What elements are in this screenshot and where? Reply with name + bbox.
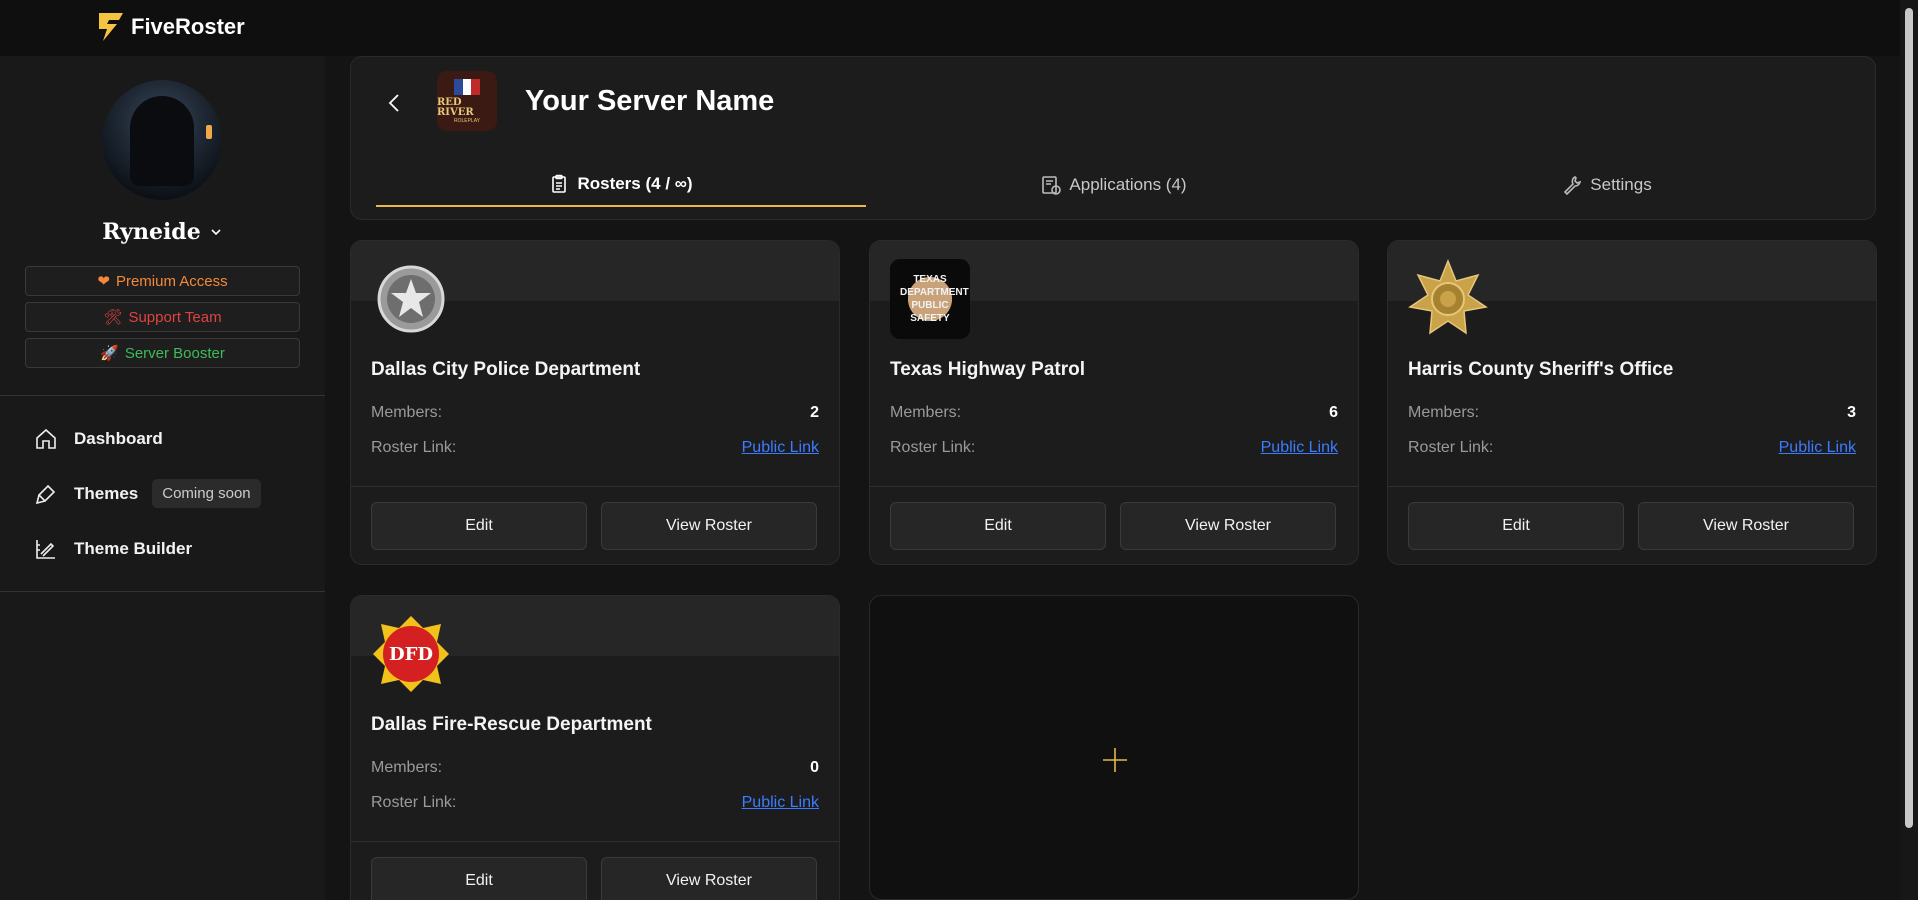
- sidebar-item-dashboard[interactable]: Dashboard: [34, 427, 163, 451]
- roster-card: TEXAS DEPARTMENT PUBLIC SAFETY Texas Hig…: [869, 240, 1359, 565]
- member-count: 2: [810, 404, 819, 421]
- brand-logo[interactable]: FiveRoster: [95, 11, 245, 43]
- roster-link-row: Roster Link: Public Link: [1408, 439, 1856, 457]
- roster-link-row: Roster Link: Public Link: [371, 794, 819, 812]
- server-logo: RED RIVER ROLEPLAY: [437, 71, 497, 131]
- members-row: Members: 2: [371, 404, 819, 421]
- members-row: Members: 0: [371, 759, 819, 776]
- brand-name: FiveRoster: [131, 14, 245, 39]
- sidebar-divider: [0, 395, 325, 396]
- brush-icon: [35, 484, 56, 504]
- roster-card: DFD Dallas Fire-Rescue Department Member…: [350, 595, 840, 900]
- tools-icon: 🛠: [103, 309, 123, 326]
- sidebar-divider: [0, 591, 325, 592]
- tab-rosters[interactable]: Rosters (4 / ∞): [376, 163, 866, 207]
- application-icon: [1042, 176, 1062, 195]
- scrollbar-thumb[interactable]: [1905, 8, 1913, 828]
- sidebar-item-themes[interactable]: Themes Coming soon: [34, 479, 261, 508]
- dps-logo: TEXAS DEPARTMENT PUBLIC SAFETY: [890, 259, 970, 339]
- rocket-icon: 🚀: [100, 345, 119, 362]
- top-bar: FiveRoster: [0, 0, 1900, 56]
- wrench-icon: [1564, 176, 1582, 195]
- plus-icon: [1103, 748, 1127, 772]
- page-title: Your Server Name: [525, 85, 775, 117]
- roster-name: Dallas Fire-Rescue Department: [371, 714, 652, 735]
- server-booster-badge: 🚀 Server Booster: [25, 338, 300, 368]
- sidebar-item-theme-builder[interactable]: Theme Builder: [34, 537, 192, 561]
- roster-link-row: Roster Link: Public Link: [890, 439, 1338, 457]
- tab-settings[interactable]: Settings: [1362, 163, 1852, 207]
- username: Ryneide: [102, 219, 201, 245]
- public-link[interactable]: Public Link: [1779, 439, 1856, 457]
- members-row: Members: 6: [890, 404, 1338, 421]
- view-roster-button[interactable]: View Roster: [601, 502, 817, 550]
- edit-button[interactable]: Edit: [890, 502, 1106, 550]
- roster-name: Texas Highway Patrol: [890, 359, 1085, 380]
- member-count: 0: [810, 759, 819, 776]
- edit-button[interactable]: Edit: [371, 857, 587, 900]
- member-count: 6: [1329, 404, 1338, 421]
- ruler-pencil-icon: [36, 540, 55, 559]
- public-link[interactable]: Public Link: [742, 794, 819, 812]
- avatar[interactable]: [102, 80, 222, 200]
- police-badge-logo: [377, 265, 445, 333]
- roster-card: Harris County Sheriff's Office Members: …: [1387, 240, 1877, 565]
- add-roster-card[interactable]: [869, 595, 1359, 900]
- roster-card: Dallas City Police Department Members: 2…: [350, 240, 840, 565]
- public-link[interactable]: Public Link: [742, 439, 819, 457]
- edit-button[interactable]: Edit: [371, 502, 587, 550]
- members-row: Members: 3: [1408, 404, 1856, 421]
- coming-soon-badge: Coming soon: [152, 479, 261, 508]
- clipboard-icon: [552, 174, 567, 193]
- roster-name: Dallas City Police Department: [371, 359, 641, 380]
- sheriff-star-logo: [1408, 259, 1488, 335]
- heart-icon: ❤: [97, 273, 110, 290]
- page-scrollbar[interactable]: [1900, 0, 1918, 900]
- view-roster-button[interactable]: View Roster: [1638, 502, 1854, 550]
- roster-link-row: Roster Link: Public Link: [371, 439, 819, 457]
- public-link[interactable]: Public Link: [1261, 439, 1338, 457]
- user-menu[interactable]: Ryneide: [0, 219, 325, 245]
- member-count: 3: [1847, 404, 1856, 421]
- home-icon: [36, 428, 56, 449]
- view-roster-button[interactable]: View Roster: [1120, 502, 1336, 550]
- back-arrow-icon[interactable]: [383, 91, 407, 115]
- chevron-down-icon: [211, 229, 221, 236]
- edit-button[interactable]: Edit: [1408, 502, 1624, 550]
- sidebar: Ryneide ❤ Premium Access 🛠 Support Team …: [0, 56, 325, 900]
- view-roster-button[interactable]: View Roster: [601, 857, 817, 900]
- premium-access-badge: ❤ Premium Access: [25, 266, 300, 296]
- tab-applications[interactable]: Applications (4): [869, 163, 1359, 207]
- support-team-badge: 🛠 Support Team: [25, 302, 300, 332]
- roster-name: Harris County Sheriff's Office: [1408, 359, 1674, 380]
- fire-rescue-logo: DFD: [371, 614, 451, 694]
- server-header: RED RIVER ROLEPLAY Your Server Name Rost…: [350, 56, 1876, 220]
- lightning-logo-icon: [99, 13, 123, 41]
